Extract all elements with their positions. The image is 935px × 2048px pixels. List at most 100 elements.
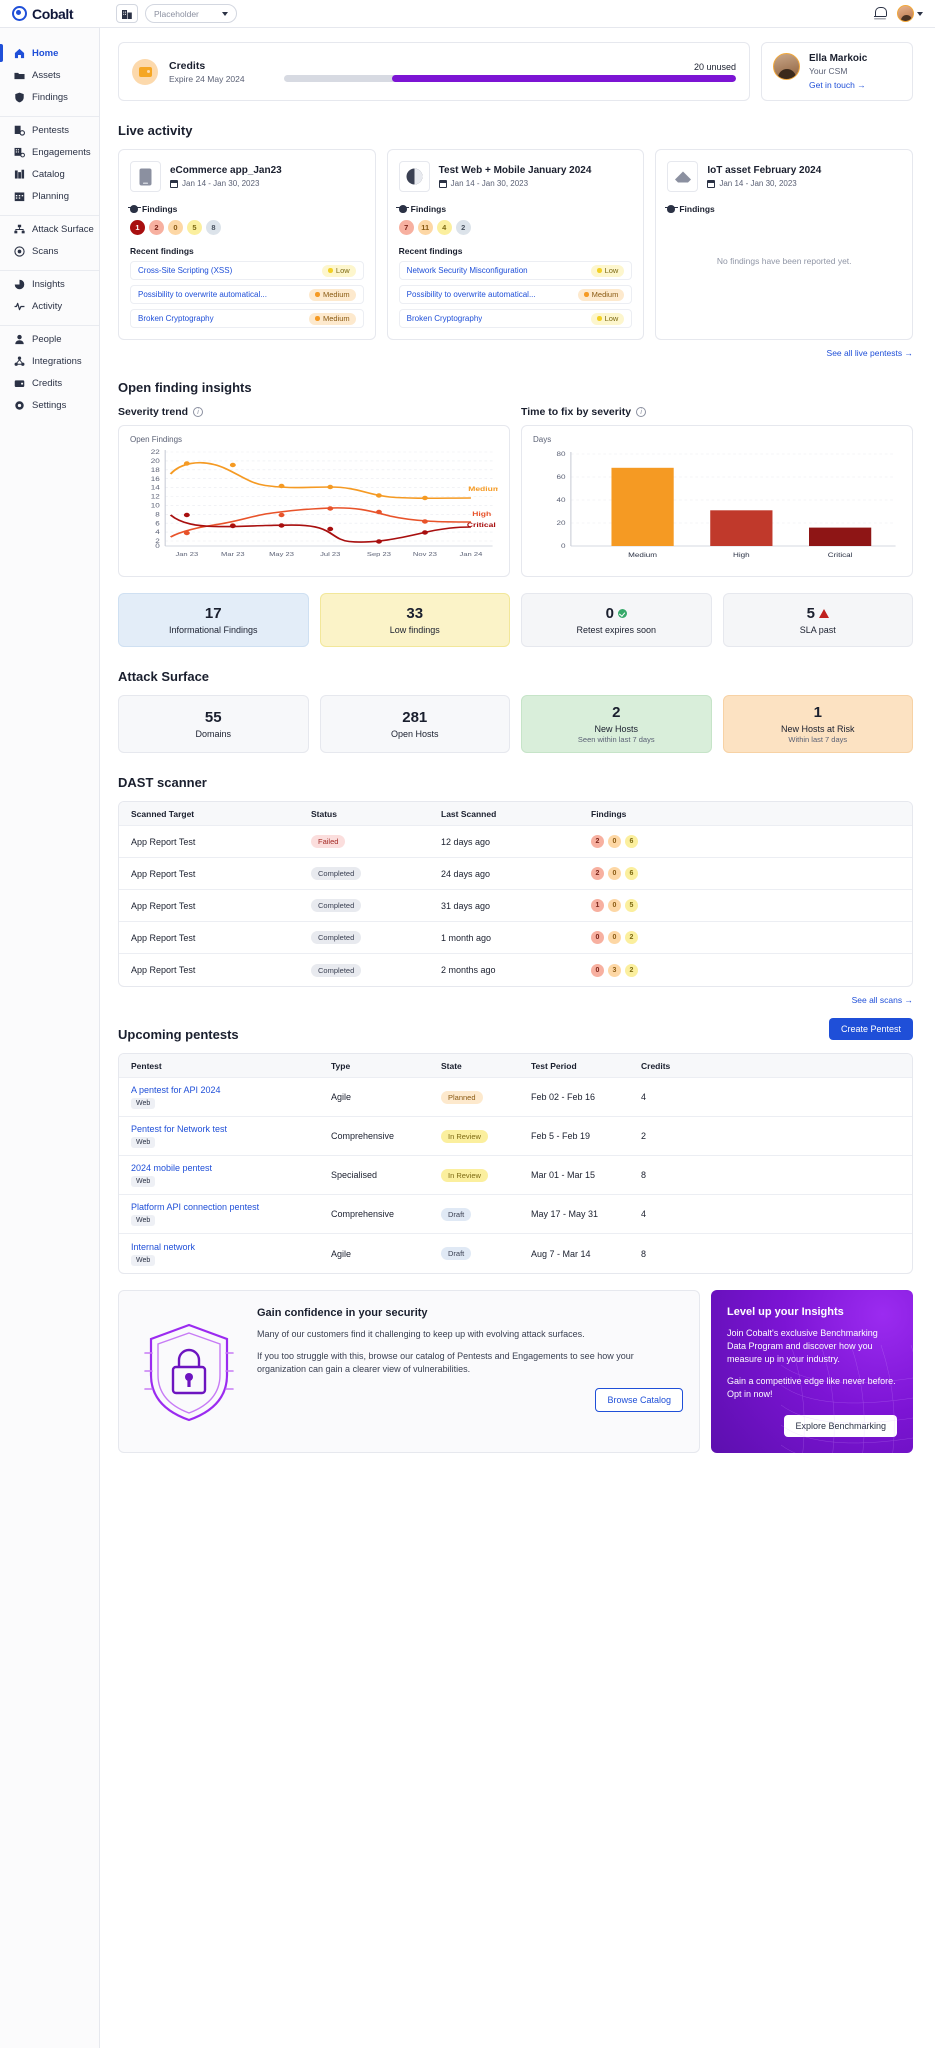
info-icon[interactable]: i bbox=[636, 407, 647, 417]
last-scanned: 24 days ago bbox=[441, 868, 491, 879]
column-header: Type bbox=[331, 1060, 351, 1071]
column-header: Test Period bbox=[531, 1060, 577, 1071]
pentest-name-link[interactable]: Pentest for Network test bbox=[131, 1124, 307, 1134]
live-activity-card[interactable]: Test Web + Mobile January 2024 Jan 14 - … bbox=[386, 149, 645, 340]
svg-text:40: 40 bbox=[556, 497, 565, 504]
sidebar-item-catalog[interactable]: Catalog bbox=[0, 164, 99, 184]
pentest-name-link[interactable]: A pentest for API 2024 bbox=[131, 1085, 307, 1095]
table-row[interactable]: Platform API connection pentest Web Comp… bbox=[119, 1195, 912, 1234]
pentest-name-link[interactable]: Platform API connection pentest bbox=[131, 1202, 307, 1212]
shield-lock-illustration bbox=[135, 1307, 243, 1436]
cobalt-logo[interactable]: Cobalt bbox=[12, 6, 102, 22]
see-all-live-pentests-link[interactable]: See all live pentests → bbox=[118, 348, 913, 358]
finding-name: Possibility to overwrite automatical... bbox=[138, 290, 267, 299]
dast-table: Scanned Target Status Last Scanned Findi… bbox=[118, 801, 913, 987]
pentest-dates: Jan 14 - Jan 30, 2023 bbox=[707, 179, 821, 188]
attack-surface-card-new-hosts[interactable]: 2 New Hosts Seen within last 7 days bbox=[521, 695, 712, 753]
organization-icon[interactable] bbox=[116, 4, 138, 23]
pentest-dates: Jan 14 - Jan 30, 2023 bbox=[170, 179, 282, 188]
table-row[interactable]: Pentest for Network test Web Comprehensi… bbox=[119, 1117, 912, 1156]
sidebar-group-4: Insights Activity bbox=[0, 271, 99, 326]
finding-badge: 6 bbox=[625, 867, 638, 880]
svg-text:Jan 24: Jan 24 bbox=[460, 552, 483, 558]
stat-card-retest[interactable]: 0 Retest expires soon bbox=[521, 593, 712, 647]
sidebar-item-findings[interactable]: Findings bbox=[0, 87, 99, 107]
finding-row[interactable]: Broken Cryptography Medium bbox=[130, 309, 364, 328]
pentest-type: Agile bbox=[331, 1248, 352, 1259]
organization-select[interactable]: Placeholder bbox=[145, 4, 237, 23]
check-icon bbox=[617, 609, 627, 618]
pentest-dates: Jan 14 - Jan 30, 2023 bbox=[438, 179, 592, 188]
svg-text:14: 14 bbox=[151, 485, 160, 492]
benchmarking-promo-card: Level up your Insights Join Cobalt's exc… bbox=[711, 1290, 913, 1454]
credits-progress: 20 unused bbox=[284, 62, 736, 82]
sidebar-item-planning[interactable]: Planning bbox=[0, 186, 99, 206]
finding-name: Broken Cryptography bbox=[138, 314, 214, 323]
pentest-name-link[interactable]: 2024 mobile pentest bbox=[131, 1163, 307, 1173]
credits-value: 4 bbox=[641, 1092, 647, 1102]
stat-card-informational[interactable]: 17 Informational Findings bbox=[118, 593, 309, 647]
user-menu[interactable] bbox=[897, 5, 923, 22]
sidebar-item-activity[interactable]: Activity bbox=[0, 296, 99, 316]
live-activity-card[interactable]: eCommerce app_Jan23 Jan 14 - Jan 30, 202… bbox=[118, 149, 376, 340]
sidebar-item-scans[interactable]: Scans bbox=[0, 241, 99, 261]
severity-badge: 0 bbox=[168, 220, 183, 235]
sidebar-item-people[interactable]: People bbox=[0, 329, 99, 349]
credits-icon bbox=[14, 379, 25, 387]
sidebar-item-label: Pentests bbox=[32, 124, 69, 136]
sidebar-item-label: Planning bbox=[32, 190, 69, 202]
bug-icon bbox=[664, 205, 678, 213]
finding-row[interactable]: Cross-Site Scripting (XSS) Low bbox=[130, 261, 364, 280]
table-row[interactable]: 2024 mobile pentest Web Specialised In R… bbox=[119, 1156, 912, 1195]
finding-badge: 2 bbox=[625, 963, 638, 977]
mobile-icon bbox=[130, 161, 161, 192]
info-icon[interactable]: i bbox=[193, 407, 204, 417]
sidebar-item-settings[interactable]: Settings bbox=[0, 395, 99, 415]
body: Home Assets Findings Pentests Engagement… bbox=[0, 28, 935, 2048]
table-row[interactable]: App Report Test Failed 12 days ago 2 0 6 bbox=[119, 826, 912, 858]
pentest-name-link[interactable]: Internal network bbox=[131, 1242, 307, 1252]
see-all-scans-link[interactable]: See all scans → bbox=[118, 995, 913, 1005]
table-row[interactable]: Internal network Web Agile Draft Aug 7 -… bbox=[119, 1234, 912, 1273]
table-row[interactable]: App Report Test Completed 24 days ago 2 … bbox=[119, 858, 912, 890]
attack-surface-card-new-hosts-at-risk[interactable]: 1 New Hosts at Risk Within last 7 days bbox=[722, 695, 913, 753]
live-activity-card[interactable]: IoT asset February 2024 Jan 14 - Jan 30,… bbox=[655, 149, 914, 340]
attack-surface-card-open-hosts[interactable]: 281 Open Hosts bbox=[319, 695, 510, 753]
table-row[interactable]: App Report Test Completed 31 days ago 1 … bbox=[119, 890, 912, 922]
create-pentest-button[interactable]: Create Pentest bbox=[828, 1018, 913, 1040]
iot-icon bbox=[667, 161, 699, 192]
finding-row[interactable]: Possibility to overwrite automatical... … bbox=[398, 285, 633, 304]
table-row[interactable]: App Report Test Completed 2 months ago 0… bbox=[119, 954, 912, 986]
sidebar-item-attack-surface[interactable]: Attack Surface bbox=[0, 219, 99, 239]
finding-row[interactable]: Broken Cryptography Low bbox=[398, 309, 633, 328]
severity-badge: 4 bbox=[436, 220, 452, 235]
findings-label: Findings bbox=[396, 204, 633, 214]
bell-icon[interactable] bbox=[874, 7, 887, 20]
sidebar-item-pentests[interactable]: Pentests bbox=[0, 120, 99, 140]
stat-card-low[interactable]: 33 Low findings bbox=[319, 593, 510, 647]
browse-catalog-button[interactable]: Browse Catalog bbox=[595, 1388, 683, 1413]
table-row[interactable]: App Report Test Completed 1 month ago 0 … bbox=[119, 922, 912, 954]
finding-row[interactable]: Possibility to overwrite automatical... … bbox=[130, 285, 364, 304]
calendar-icon bbox=[170, 179, 178, 188]
sidebar-item-home[interactable]: Home bbox=[0, 43, 99, 63]
credits-progress-bar bbox=[284, 74, 736, 82]
network-icon bbox=[14, 224, 25, 233]
table-row[interactable]: A pentest for API 2024 Web Agile Planned… bbox=[119, 1078, 912, 1117]
sidebar-item-integrations[interactable]: Integrations bbox=[0, 351, 99, 371]
time-to-fix-chart: Days 80 60 40 20 0 Medium High Critical bbox=[521, 425, 913, 577]
severity-badge: 11 bbox=[417, 220, 433, 235]
last-scanned: 2 months ago bbox=[441, 965, 496, 975]
recent-findings-label: Recent findings bbox=[130, 246, 194, 256]
stat-card-sla[interactable]: 5 SLA past bbox=[722, 593, 913, 647]
pentests-table-header: Pentest Type State Test Period Credits bbox=[119, 1054, 912, 1078]
scan-target: App Report Test bbox=[131, 900, 196, 911]
sidebar-item-credits[interactable]: Credits bbox=[0, 373, 99, 393]
severity-trend-column: Severity trend i Open Findings 22 20 18 … bbox=[118, 406, 510, 577]
attack-surface-card-domains[interactable]: 55 Domains bbox=[118, 695, 309, 753]
finding-row[interactable]: Network Security Misconfiguration Low bbox=[398, 261, 633, 280]
sidebar-item-engagements[interactable]: Engagements bbox=[0, 142, 99, 162]
sidebar-item-assets[interactable]: Assets bbox=[0, 65, 99, 85]
sidebar-item-insights[interactable]: Insights bbox=[0, 274, 99, 294]
csm-contact-link[interactable]: Get in touch → bbox=[809, 80, 867, 90]
